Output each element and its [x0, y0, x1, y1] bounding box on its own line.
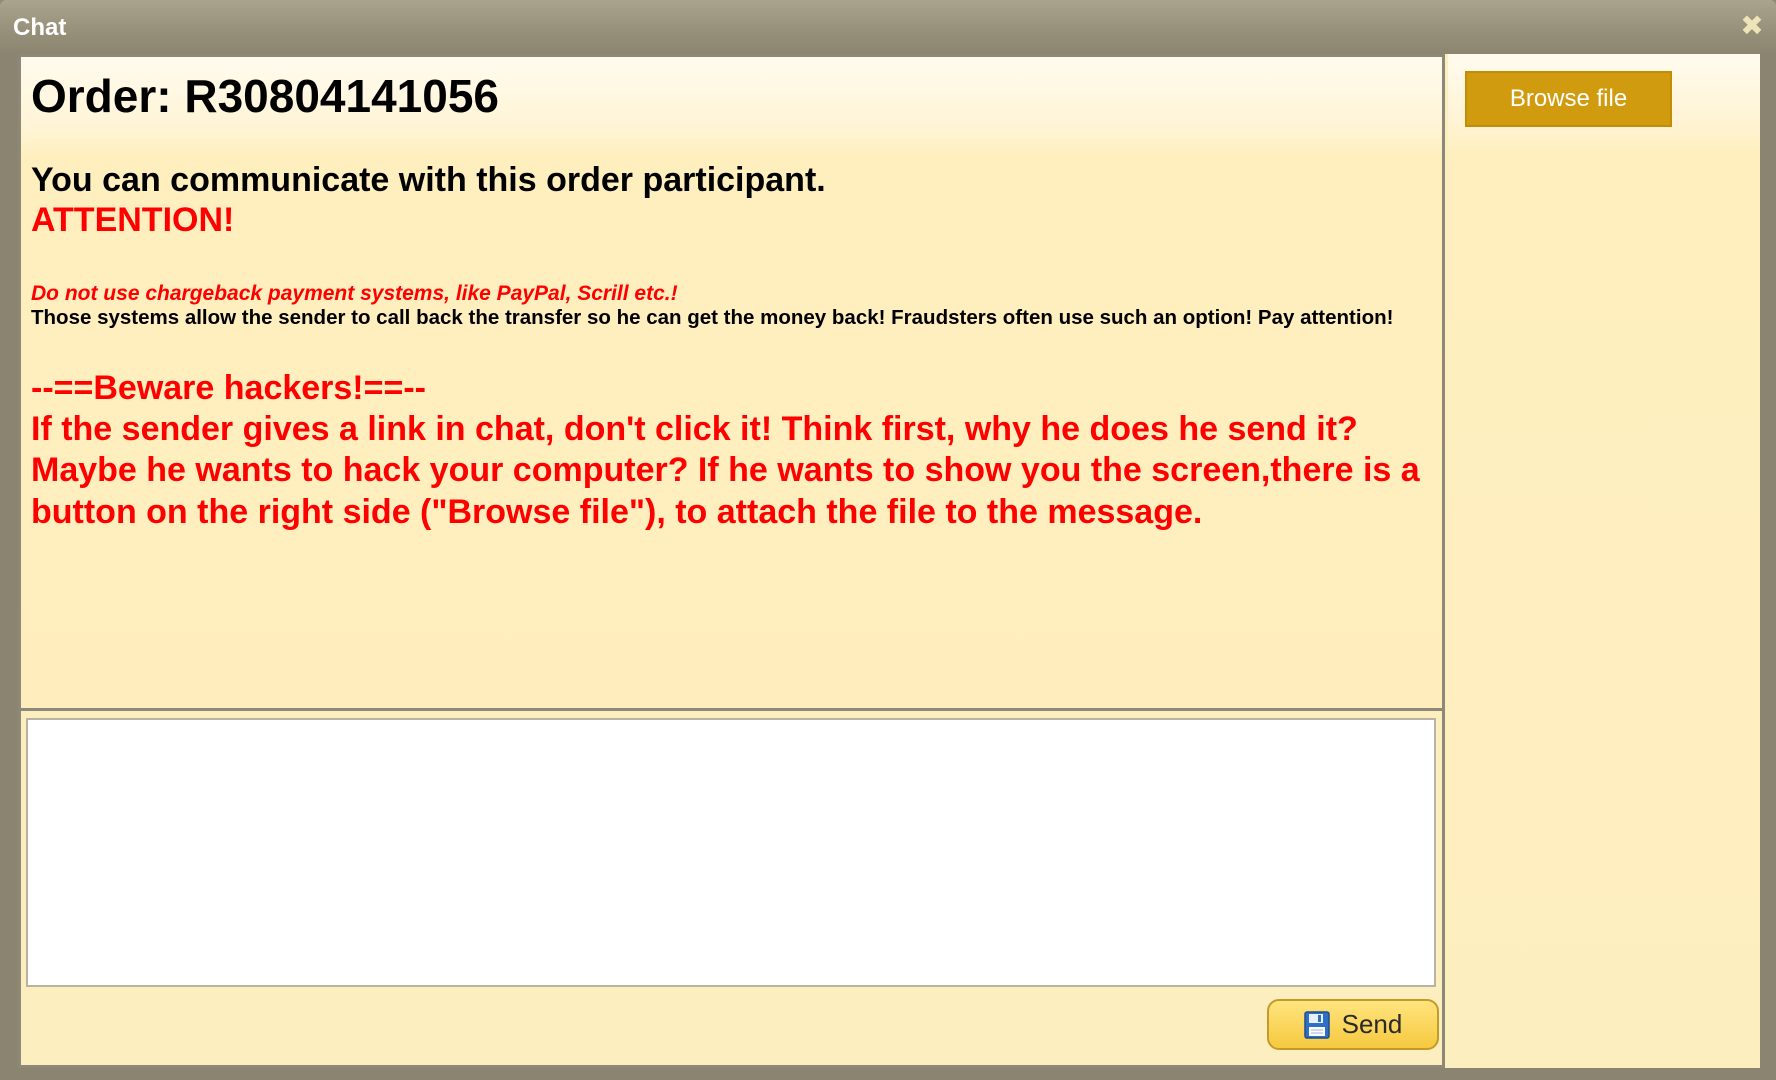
window-title: Chat — [13, 14, 67, 41]
message-input[interactable] — [26, 718, 1436, 987]
chat-content: Order: R30804141056 You can communicate … — [18, 54, 1760, 1068]
compose-area: Send — [18, 711, 1445, 1068]
floppy-disk-icon — [1303, 1010, 1330, 1039]
send-label: Send — [1341, 1009, 1403, 1039]
attention-heading: ATTENTION! — [31, 200, 235, 239]
order-title: Order: R30804141056 — [31, 70, 499, 122]
chat-window: Chat ✖ Order: R30804141056 You can commu… — [0, 0, 1776, 1080]
intro-text: You can communicate with this order part… — [31, 160, 826, 199]
browse-file-button[interactable]: Browse file — [1465, 71, 1672, 127]
title-bar[interactable]: Chat ✖ — [0, 0, 1776, 54]
attachment-sidebar: Browse file — [1448, 54, 1760, 1068]
close-icon[interactable]: ✖ — [1738, 12, 1766, 40]
hacker-warning: If the sender gives a link in chat, don'… — [31, 409, 1420, 531]
message-history[interactable]: Order: R30804141056 You can communicate … — [18, 54, 1445, 711]
chargeback-explanation: Those systems allow the sender to call b… — [31, 305, 1394, 329]
beware-heading: --==Beware hackers!==-- — [31, 368, 426, 407]
chargeback-warning: Do not use chargeback payment systems, l… — [31, 281, 678, 305]
send-button[interactable]: Send — [1267, 999, 1439, 1050]
